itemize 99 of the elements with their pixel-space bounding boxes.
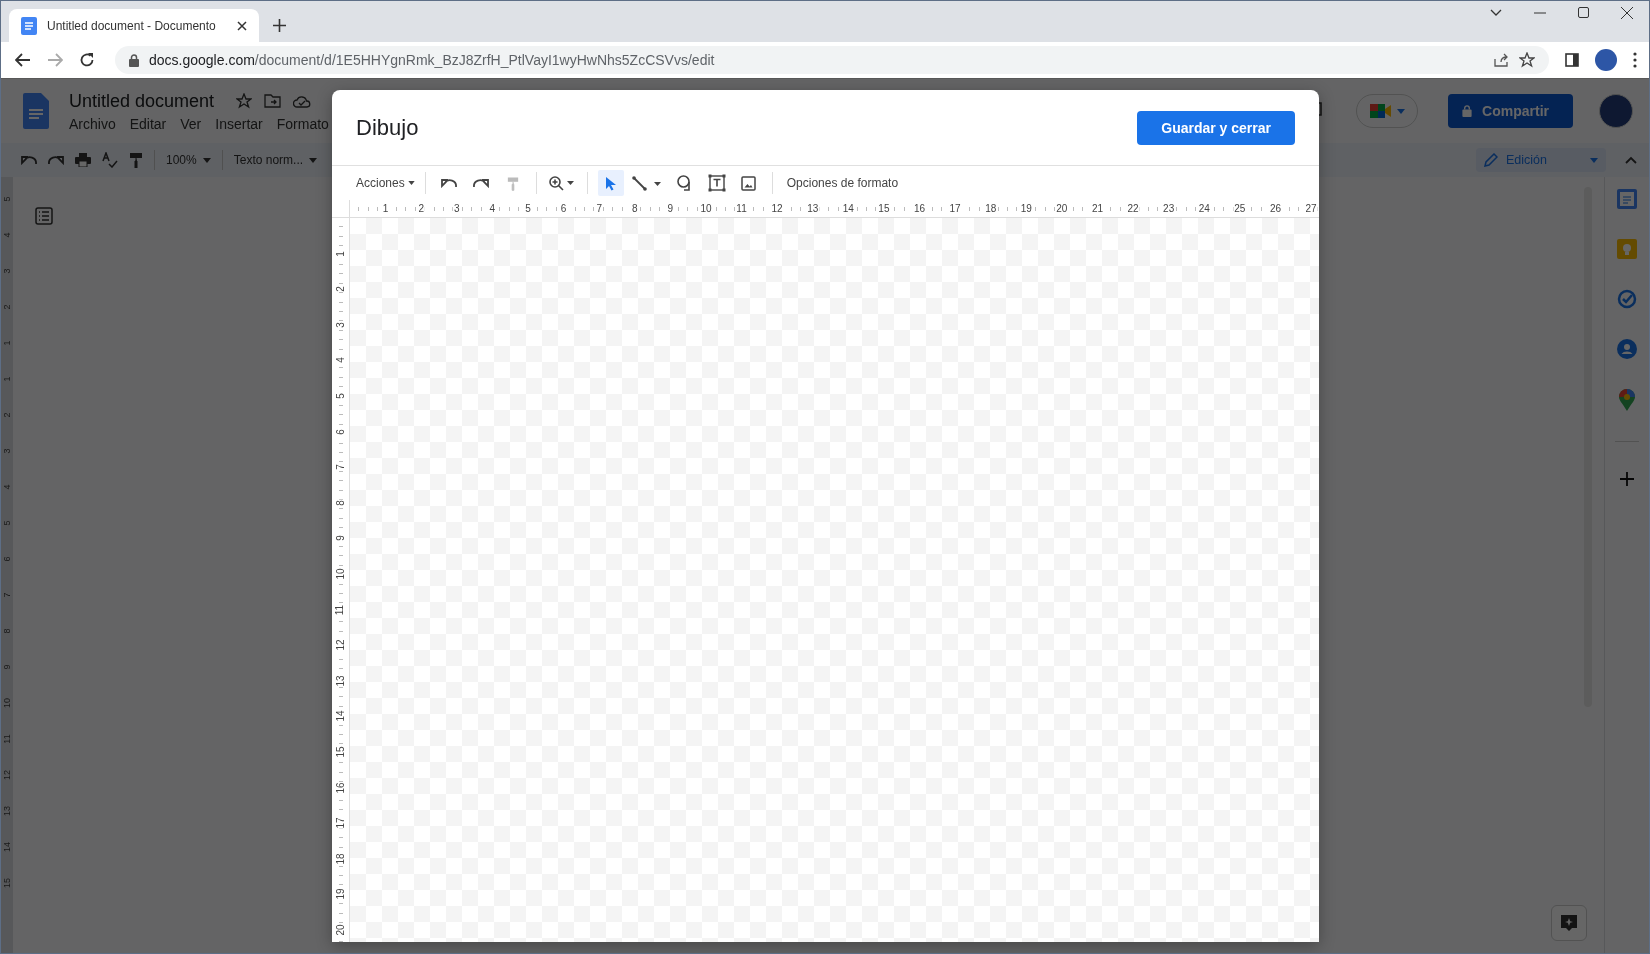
ruler-number: 18 bbox=[334, 853, 347, 865]
map-pin-icon[interactable] bbox=[1619, 389, 1635, 411]
menu-item[interactable]: Archivo bbox=[69, 115, 116, 132]
image-icon bbox=[741, 175, 757, 191]
select-button[interactable] bbox=[597, 170, 624, 196]
back-arrow-icon[interactable] bbox=[15, 53, 31, 67]
ruler-number: 11 bbox=[1, 734, 13, 744]
tab-title: Untitled document - Documento bbox=[47, 18, 217, 33]
ruler-number: 14 bbox=[1, 842, 13, 852]
ruler-number: 12 bbox=[334, 639, 347, 651]
ruler-number: 3 bbox=[334, 322, 347, 328]
caret-icon bbox=[202, 157, 211, 163]
profile-avatar[interactable] bbox=[1599, 94, 1633, 128]
contact-icon[interactable] bbox=[1617, 339, 1637, 359]
side-panel-icon[interactable] bbox=[1565, 53, 1579, 67]
ruler-number: 20 bbox=[334, 924, 347, 936]
menu-item[interactable]: Ver bbox=[180, 115, 202, 132]
ruler-number: 16 bbox=[334, 781, 347, 794]
caret-icon bbox=[309, 157, 318, 163]
ruler-number: 2 bbox=[1, 412, 13, 418]
ruler-number: 6 bbox=[1, 556, 13, 562]
menu-item[interactable]: Formato bbox=[276, 115, 329, 132]
save-and-close-button[interactable]: Guardar y cerrar bbox=[1137, 110, 1295, 145]
document-icon bbox=[21, 16, 37, 35]
reload-icon[interactable] bbox=[79, 52, 95, 68]
plus-icon[interactable] bbox=[273, 19, 286, 32]
menu-item[interactable]: Insertar bbox=[215, 115, 263, 132]
redo-icon bbox=[472, 178, 489, 188]
more-icon[interactable] bbox=[1633, 52, 1637, 68]
document-title[interactable]: Untitled document bbox=[69, 90, 215, 112]
ruler-number: 9 bbox=[334, 535, 347, 542]
zoom-dropdown[interactable]: 100% bbox=[166, 153, 211, 167]
ruler-number: 14 bbox=[334, 710, 347, 722]
share-icon[interactable] bbox=[1493, 53, 1509, 67]
line-icon bbox=[631, 175, 664, 191]
paint-roller-icon bbox=[506, 175, 519, 191]
actions-menu[interactable]: Acciones bbox=[356, 176, 415, 190]
folder-icon[interactable] bbox=[264, 94, 282, 108]
pencil-icon bbox=[1484, 153, 1498, 167]
outline-icon[interactable] bbox=[35, 207, 53, 225]
spellcheck-icon[interactable] bbox=[102, 152, 118, 168]
zoom-icon bbox=[548, 175, 575, 191]
ruler-number: 10 bbox=[1, 698, 13, 708]
cursor-icon bbox=[604, 175, 617, 191]
menu-item[interactable]: Editar bbox=[129, 115, 167, 132]
ruler-number: 2 bbox=[334, 286, 347, 292]
star-icon[interactable] bbox=[1519, 52, 1535, 68]
ruler-number: 8 bbox=[334, 499, 347, 506]
shape-icon bbox=[676, 175, 693, 191]
caret-icon bbox=[1397, 108, 1406, 114]
ruler-number: 4 bbox=[334, 357, 347, 364]
star-icon[interactable] bbox=[236, 93, 253, 109]
url-path: /document/d/1E5HHYgnRmk_BzJ8ZrfH_PtlVayI1wyHwNhs5ZcCSVvs/edit bbox=[254, 52, 715, 68]
lock-icon bbox=[129, 53, 139, 67]
close-icon[interactable] bbox=[1621, 6, 1633, 19]
minimize-icon[interactable] bbox=[1534, 11, 1546, 14]
ruler-number: 10 bbox=[334, 568, 347, 580]
maximize-icon[interactable] bbox=[1578, 7, 1589, 18]
close-icon[interactable] bbox=[237, 20, 247, 31]
caret-icon bbox=[1590, 157, 1598, 163]
ruler-number: 17 bbox=[334, 817, 347, 829]
ruler-number: 1 bbox=[334, 250, 347, 257]
ruler-number: 13 bbox=[1, 806, 13, 816]
video-camera-icon bbox=[1369, 102, 1394, 120]
ruler-number: 7 bbox=[334, 464, 347, 470]
explore-button[interactable] bbox=[1551, 905, 1587, 941]
browser-tab[interactable]: Untitled document - Documento bbox=[9, 9, 259, 42]
share-button[interactable]: Compartir bbox=[1448, 94, 1573, 128]
paint-roller-icon[interactable] bbox=[129, 152, 143, 168]
ruler-number: 5 bbox=[334, 393, 347, 399]
editing-mode-dropdown[interactable]: Edición bbox=[1476, 148, 1606, 172]
undo-icon bbox=[440, 178, 457, 188]
redo-icon[interactable] bbox=[48, 155, 64, 165]
docs-logo-icon[interactable] bbox=[23, 93, 49, 129]
caret-icon bbox=[407, 181, 415, 185]
ruler-number: 2 bbox=[1, 304, 13, 310]
collapse-icon[interactable] bbox=[1625, 156, 1637, 164]
ruler-number: 15 bbox=[334, 746, 347, 758]
url-host: docs.google.com bbox=[149, 52, 255, 68]
print-icon[interactable] bbox=[75, 153, 91, 167]
forward-arrow-icon[interactable] bbox=[47, 53, 63, 67]
format-options-button[interactable]: Opciones de formato bbox=[786, 176, 899, 190]
profile-avatar[interactable] bbox=[1595, 49, 1617, 71]
tasks-icon[interactable] bbox=[1617, 289, 1637, 309]
ruler-number: 12 bbox=[1, 770, 13, 780]
undo-icon[interactable] bbox=[21, 155, 37, 165]
lock-icon bbox=[1462, 105, 1473, 117]
dialog-title: Dibujo bbox=[356, 114, 419, 141]
address-field[interactable]: docs.google.com/document/d/1E5HHYgnRmk_BzJ8ZrfH_PtlVayI1wyHwNhs5ZcCSVvs/edit bbox=[115, 46, 1549, 74]
ruler-number: 6 bbox=[334, 428, 347, 435]
ruler-number: 19 bbox=[334, 888, 347, 900]
chevron-down-icon[interactable] bbox=[1490, 8, 1502, 17]
ruler-number: 15 bbox=[1, 878, 13, 888]
cloud-icon[interactable] bbox=[293, 94, 312, 108]
ruler-number: 13 bbox=[334, 675, 347, 687]
sparkle-icon bbox=[1560, 914, 1578, 932]
text-box-icon bbox=[707, 174, 726, 192]
ruler-number: 7 bbox=[1, 592, 13, 598]
style-dropdown[interactable]: Texto norm... bbox=[233, 153, 318, 167]
